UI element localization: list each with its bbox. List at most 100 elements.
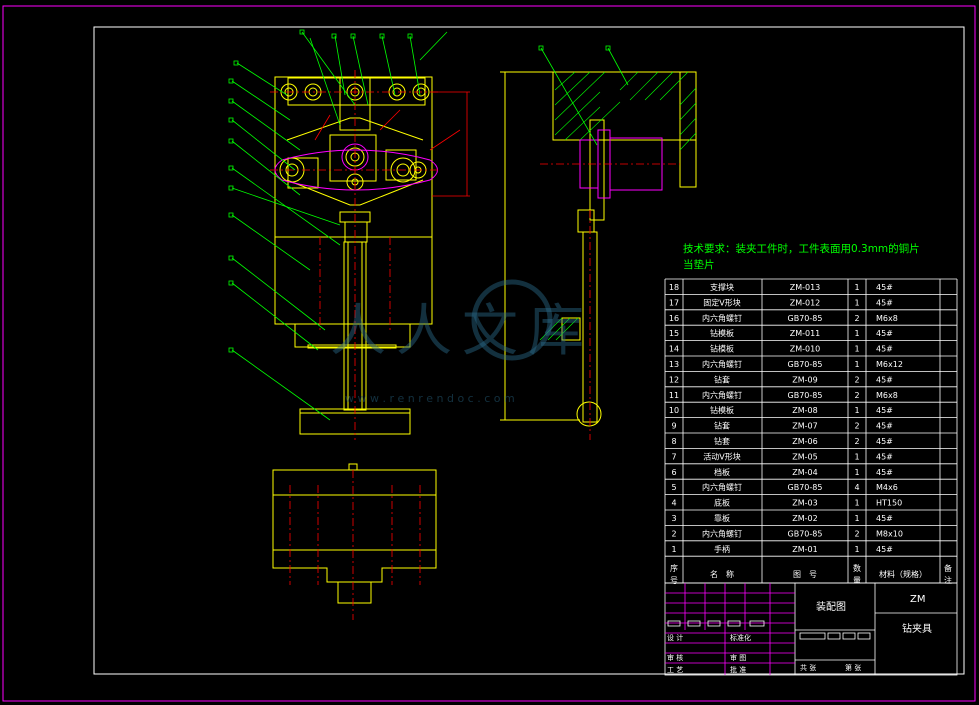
bom-row-name: 底板 <box>714 498 730 508</box>
bom-table: 18 支撑块 ZM-013 1 45#17 固定V形块 ZM-012 1 45#16 内六角螺钉 G… <box>664 278 958 585</box>
bom-row-no: 16 <box>669 314 679 323</box>
bom-row-qty: 1 <box>854 329 859 338</box>
bom-row-code: ZM-06 <box>792 437 817 446</box>
bom-row-material: 45# <box>876 452 893 461</box>
bom-row-material: M8x10 <box>876 529 903 538</box>
bom-row-name: 内六角螺钉 <box>702 313 742 323</box>
bom-row-qty: 1 <box>854 514 859 523</box>
bom-row-name: 钻模板 <box>710 344 734 354</box>
bom-row-code: ZM-010 <box>790 345 821 354</box>
check-label: 审 核 <box>667 653 683 662</box>
bom-row-code: ZM-09 <box>792 375 817 384</box>
bom-row-code: GB70-85 <box>788 529 823 538</box>
bom-row-qty: 2 <box>854 314 859 323</box>
bom-header-code: 图 号 <box>793 570 817 579</box>
bom-row-no: 14 <box>669 345 679 354</box>
bom-row-qty: 1 <box>854 283 859 292</box>
design-label: 设 计 <box>667 633 683 642</box>
bom-row-no: 18 <box>669 283 679 292</box>
drawing-name: 钻夹具 <box>902 622 932 635</box>
bom-row-material: 45# <box>876 514 893 523</box>
tech-note-line1: 技术要求：装夹工件时，工件表面用0.3mm的铜片 <box>683 242 920 255</box>
bom-row-material: 45# <box>876 545 893 554</box>
bom-row-material: M6x12 <box>876 360 903 369</box>
bom-row-material: 45# <box>876 422 893 431</box>
bom-row-material: M6x8 <box>876 314 898 323</box>
bom-row-name: 钻套 <box>714 436 730 446</box>
bom-row-qty: 1 <box>854 545 859 554</box>
bom-row-name: 内六角螺钉 <box>702 528 742 538</box>
bom-row-code: GB70-85 <box>788 314 823 323</box>
bom-row-name: 钻模板 <box>710 328 734 338</box>
watermark-text: 人人文库 <box>330 299 594 364</box>
assembly-drawing: 人人文库 w w w . r e n r e n d o c . c o m 技… <box>2 5 976 702</box>
bom-row-qty: 2 <box>854 529 859 538</box>
bom-header-qty-bottom: 量 <box>853 576 861 585</box>
workpiece-outline <box>274 143 438 191</box>
bom-row-material: 45# <box>876 345 893 354</box>
bom-row-code: ZM-05 <box>792 452 817 461</box>
bom-header-no-top: 序 <box>670 563 678 573</box>
bom-row-code: ZM-01 <box>792 545 817 554</box>
bom-row-qty: 1 <box>854 499 859 508</box>
bom-row-code: GB70-85 <box>788 360 823 369</box>
bom-row-name: 固定V形块 <box>703 297 740 307</box>
bom-row-name: 内六角螺钉 <box>702 482 742 492</box>
bom-row-material: 45# <box>876 406 893 415</box>
bom-row-name: 手柄 <box>714 544 730 554</box>
bom-row-code: ZM-03 <box>792 499 817 508</box>
bom-row-no: 5 <box>671 483 676 492</box>
drawing-code: ZM <box>910 594 925 605</box>
bom-row-name: 档板 <box>714 467 730 477</box>
bom-row-material: 45# <box>876 375 893 384</box>
bom-row-code: ZM-012 <box>790 298 821 307</box>
bom-row-qty: 1 <box>854 406 859 415</box>
bom-row-material: 45# <box>876 468 893 477</box>
front-view <box>274 76 433 435</box>
bom-row-material: M4x6 <box>876 483 898 492</box>
bom-row-name: 靠板 <box>714 513 730 523</box>
bom-row-qty: 2 <box>854 375 859 384</box>
bom-row-code: ZM-04 <box>792 468 817 477</box>
bom-row-name: 钻套 <box>714 374 730 384</box>
plan-center-lines <box>289 470 421 620</box>
bom-row-code: GB70-85 <box>788 483 823 492</box>
bom-row-no: 9 <box>671 422 676 431</box>
bom-row-no: 4 <box>671 499 676 508</box>
bom-row-qty: 1 <box>854 360 859 369</box>
bom-row-no: 12 <box>669 375 679 384</box>
bom-row-name: 内六角螺钉 <box>702 359 742 369</box>
bom-row-code: ZM-08 <box>792 406 817 415</box>
watermark: 人人文库 w w w . r e n r e n d o c . c o m <box>330 279 594 405</box>
assembly-label: 装配图 <box>816 600 846 613</box>
bom-row-no: 3 <box>671 514 676 523</box>
bom-row-no: 8 <box>671 437 676 446</box>
bom-row-no: 13 <box>669 360 679 369</box>
bom-row-name: 活动V形块 <box>703 451 740 461</box>
bom-row-qty: 1 <box>854 452 859 461</box>
plan-view <box>272 463 437 604</box>
bom-row-qty: 1 <box>854 298 859 307</box>
bom-header-remark-bottom: 注 <box>944 575 952 585</box>
bom-row-code: ZM-013 <box>790 283 821 292</box>
sheet-total: 共 张 <box>800 663 816 672</box>
tech-note-line2: 当垫片 <box>683 258 715 271</box>
watermark-url: w w w . r e n r e n d o c . c o m <box>345 392 515 405</box>
bom-row-no: 10 <box>669 406 679 415</box>
sheet-no: 第 张 <box>845 663 861 672</box>
bom-row-material: HT150 <box>876 499 902 508</box>
bom-row-qty: 1 <box>854 468 859 477</box>
side-view <box>500 71 697 427</box>
process-label: 工 艺 <box>667 666 683 674</box>
bom-row-no: 2 <box>671 529 676 538</box>
bom-row-name: 钻套 <box>714 421 730 431</box>
bom-row-no: 15 <box>669 329 679 338</box>
approve-label: 批 准 <box>730 665 746 674</box>
bom-row-material: 45# <box>876 283 893 292</box>
bom-row-no: 11 <box>669 391 679 400</box>
bom-header-qty-top: 数 <box>853 563 861 573</box>
bom-row-no: 6 <box>671 468 676 477</box>
bom-row-qty: 1 <box>854 345 859 354</box>
bom-row-code: GB70-85 <box>788 391 823 400</box>
bom-row-code: ZM-011 <box>790 329 821 338</box>
